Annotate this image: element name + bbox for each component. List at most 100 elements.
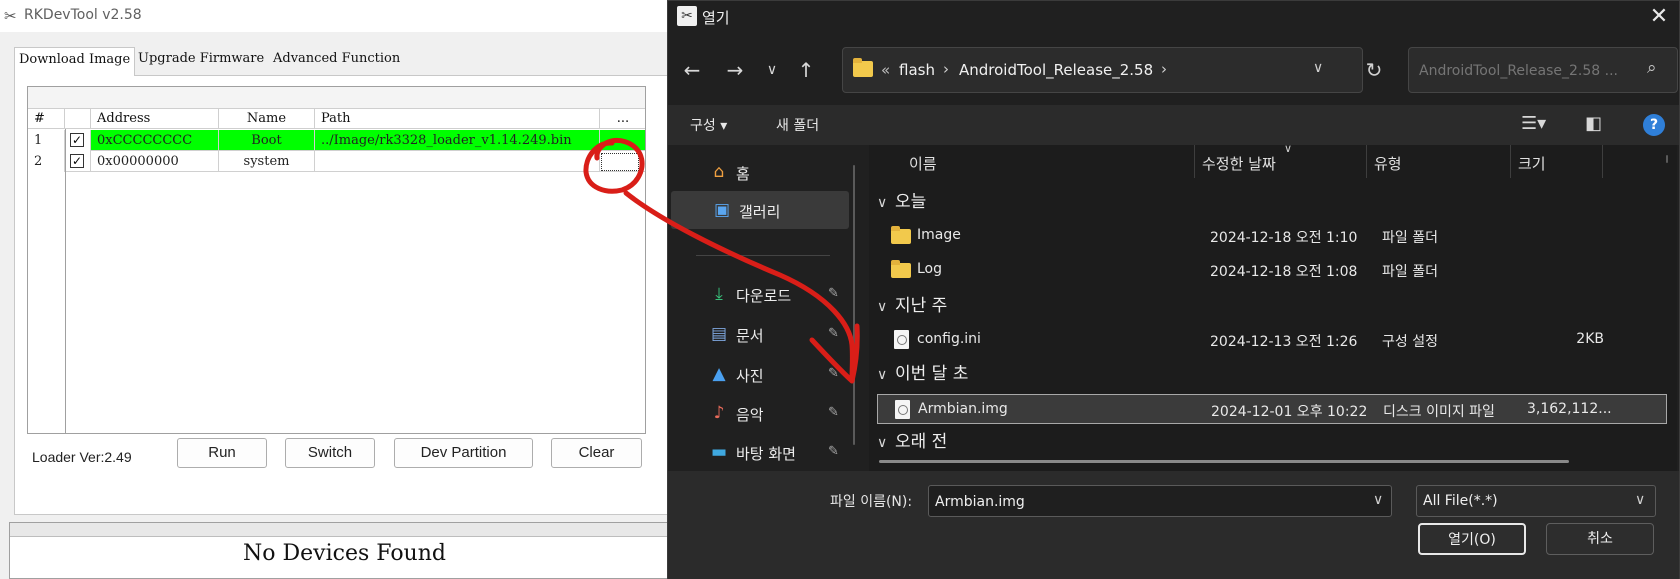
column-header-modified[interactable]: 수정한 날짜 xyxy=(1202,153,1276,174)
nav-label: 음악 xyxy=(736,406,764,424)
group-header-earlier-this-month[interactable]: ∨ 이번 달 초 xyxy=(877,359,968,387)
chevron-down-icon: ∨ xyxy=(877,299,888,315)
group-header-last-week[interactable]: ∨ 지난 주 xyxy=(877,291,947,319)
file-row[interactable]: config.ini 2024-12-13 오전 1:26 구성 설정 2KB xyxy=(877,325,1667,355)
nav-item-home[interactable]: ⌂ 홈 xyxy=(668,153,846,191)
tab-download-image[interactable]: Download Image xyxy=(14,47,136,76)
chevron-down-icon[interactable]: ∨ xyxy=(1313,60,1323,76)
nav-item-desktop[interactable]: ▬ 바탕 화면 ✎ xyxy=(668,433,846,471)
breadcrumb-flash[interactable]: flash xyxy=(899,61,935,79)
refresh-icon[interactable]: ↻ xyxy=(1357,53,1391,87)
download-icon: ⤓ xyxy=(715,284,723,304)
open-button[interactable]: 열기(O) xyxy=(1418,523,1526,555)
breadcrumb-release-folder[interactable]: AndroidTool_Release_2.58 xyxy=(959,61,1153,79)
row-browse-cell[interactable] xyxy=(600,130,646,151)
screenshot-stage: ✂ RKDevTool v2.58 Download Image Upgrade… xyxy=(0,0,1680,579)
file-size: 2KB xyxy=(1576,331,1604,347)
breadcrumb-separator-icon: › xyxy=(1161,60,1167,78)
recent-locations-chevron-icon[interactable]: ∨ xyxy=(758,55,786,85)
row-checkbox[interactable]: ✓ xyxy=(70,154,84,168)
row-checkbox[interactable]: ✓ xyxy=(70,133,84,147)
file-type: 파일 폴더 xyxy=(1382,264,1438,280)
pin-icon: ✎ xyxy=(828,366,839,381)
chevron-down-icon: ∨ xyxy=(877,367,888,383)
dialog-toolbar: 구성 ▾ 새 폴더 ☰▾ ◧ ? xyxy=(668,105,1679,145)
search-input[interactable] xyxy=(1419,60,1639,82)
partition-row[interactable]: 1 ✓ 0xCCCCCCCC Boot ../Image/rk3328_load… xyxy=(28,130,645,151)
search-box[interactable]: ⌕ xyxy=(1408,47,1678,93)
file-modified: 2024-12-18 오전 1:10 xyxy=(1210,230,1358,246)
organize-menu[interactable]: 구성 ▾ xyxy=(690,115,727,135)
nav-label: 다운로드 xyxy=(736,287,792,305)
group-label: 이번 달 초 xyxy=(895,364,969,384)
grid-divider xyxy=(65,129,66,433)
open-file-dialog: ✂ 열기 ✕ ← → ∨ ↑ « flash › AndroidTool_Rel… xyxy=(667,0,1680,579)
file-name: config.ini xyxy=(917,331,981,347)
folder-icon xyxy=(853,58,873,77)
file-type-select[interactable]: All File(*.*) ∨ xyxy=(1416,485,1656,517)
new-folder-button[interactable]: 새 폴더 xyxy=(776,115,819,135)
nav-item-gallery[interactable]: ▣ 갤러리 xyxy=(671,191,849,229)
nav-scrollbar[interactable] xyxy=(853,165,855,445)
nav-item-documents[interactable]: ▤ 문서 ✎ xyxy=(668,315,846,353)
pin-icon: ✎ xyxy=(828,326,839,341)
horizontal-scrollbar[interactable] xyxy=(879,460,1569,463)
column-header-name[interactable]: 이름 xyxy=(909,153,937,174)
column-divider xyxy=(1366,145,1367,178)
file-modified: 2024-12-18 오전 1:08 xyxy=(1210,264,1358,280)
forward-arrow-icon[interactable]: → xyxy=(721,55,749,85)
chevron-down-icon[interactable]: ∨ xyxy=(1635,492,1645,508)
back-arrow-icon[interactable]: ← xyxy=(678,55,706,85)
up-arrow-icon[interactable]: ↑ xyxy=(792,55,820,85)
device-status-panel: No Devices Found xyxy=(9,522,680,579)
column-header-size[interactable]: 크기 xyxy=(1518,153,1546,174)
partition-row[interactable]: 2 ✓ 0x00000000 system xyxy=(28,151,645,172)
column-header-type[interactable]: 유형 xyxy=(1374,153,1402,174)
breadcrumb-overflow[interactable]: « xyxy=(881,61,890,79)
preview-pane-icon[interactable]: ◧ xyxy=(1585,113,1602,134)
sort-caret-icon: ∨ xyxy=(1284,145,1293,155)
clear-button[interactable]: Clear xyxy=(551,438,642,468)
help-icon[interactable]: ? xyxy=(1643,114,1665,136)
file-row[interactable]: Image 2024-12-18 오전 1:10 파일 폴더 xyxy=(877,221,1667,251)
pictures-icon: ▲ xyxy=(712,364,726,384)
group-header-today[interactable]: ∨ 오늘 xyxy=(877,187,926,215)
nav-item-downloads[interactable]: ⤓ 다운로드 ✎ xyxy=(668,275,846,313)
view-options-icon[interactable]: ☰▾ xyxy=(1521,113,1546,134)
pin-icon: ✎ xyxy=(828,405,839,420)
file-row[interactable]: Log 2024-12-18 오전 1:08 파일 폴더 xyxy=(877,255,1667,285)
run-button[interactable]: Run xyxy=(177,438,267,468)
col-header-check xyxy=(65,109,91,129)
chevron-down-icon[interactable]: ∨ xyxy=(1373,492,1383,508)
nav-label: 홈 xyxy=(736,165,750,183)
column-divider xyxy=(1194,145,1195,178)
file-list-scroll-indicator[interactable] xyxy=(1666,155,1668,163)
nav-item-music[interactable]: ♪ 음악 ✎ xyxy=(668,394,846,432)
nav-item-pictures[interactable]: ▲ 사진 ✎ xyxy=(668,355,846,393)
tab-upgrade-firmware[interactable]: Upgrade Firmware xyxy=(134,47,268,75)
col-header-index: # xyxy=(28,109,65,129)
row-index: 2 xyxy=(28,151,65,172)
row-address: 0x00000000 xyxy=(91,151,219,172)
file-list: 이름 ∨ 수정한 날짜 유형 크기 ∨ 오늘 Image 2024-12-18 오… xyxy=(869,145,1677,471)
row-browse-button[interactable] xyxy=(601,153,639,171)
tab-advanced-function[interactable]: Advanced Function xyxy=(269,47,404,75)
col-header-browse: ... xyxy=(616,111,630,126)
switch-button[interactable]: Switch xyxy=(285,438,375,468)
cancel-button[interactable]: 취소 xyxy=(1546,523,1654,555)
chevron-down-icon: ∨ xyxy=(877,435,888,451)
rkdevtool-app-icon: ✂ xyxy=(4,7,17,25)
file-row-selected[interactable]: Armbian.img 2024-12-01 오후 10:22 디스크 이미지 … xyxy=(877,394,1667,424)
status-bar xyxy=(10,523,679,537)
filename-combobox[interactable]: ∨ xyxy=(928,485,1392,517)
address-bar[interactable]: « flash › AndroidTool_Release_2.58 › ∨ xyxy=(842,47,1363,93)
grid-top-bar xyxy=(28,87,645,109)
search-icon[interactable]: ⌕ xyxy=(1647,58,1657,78)
partition-grid: # Address Name Path ... 1 ✓ 0xCCCCCCCC B… xyxy=(27,86,646,434)
filename-input[interactable] xyxy=(935,491,1355,513)
group-header-long-ago[interactable]: ∨ 오래 전 xyxy=(877,427,947,455)
rkdevtool-titlebar: ✂ RKDevTool v2.58 xyxy=(0,0,680,32)
dev-partition-button[interactable]: Dev Partition xyxy=(394,438,533,468)
close-icon[interactable]: ✕ xyxy=(1644,3,1674,31)
file-modified: 2024-12-01 오후 10:22 xyxy=(1211,404,1368,420)
